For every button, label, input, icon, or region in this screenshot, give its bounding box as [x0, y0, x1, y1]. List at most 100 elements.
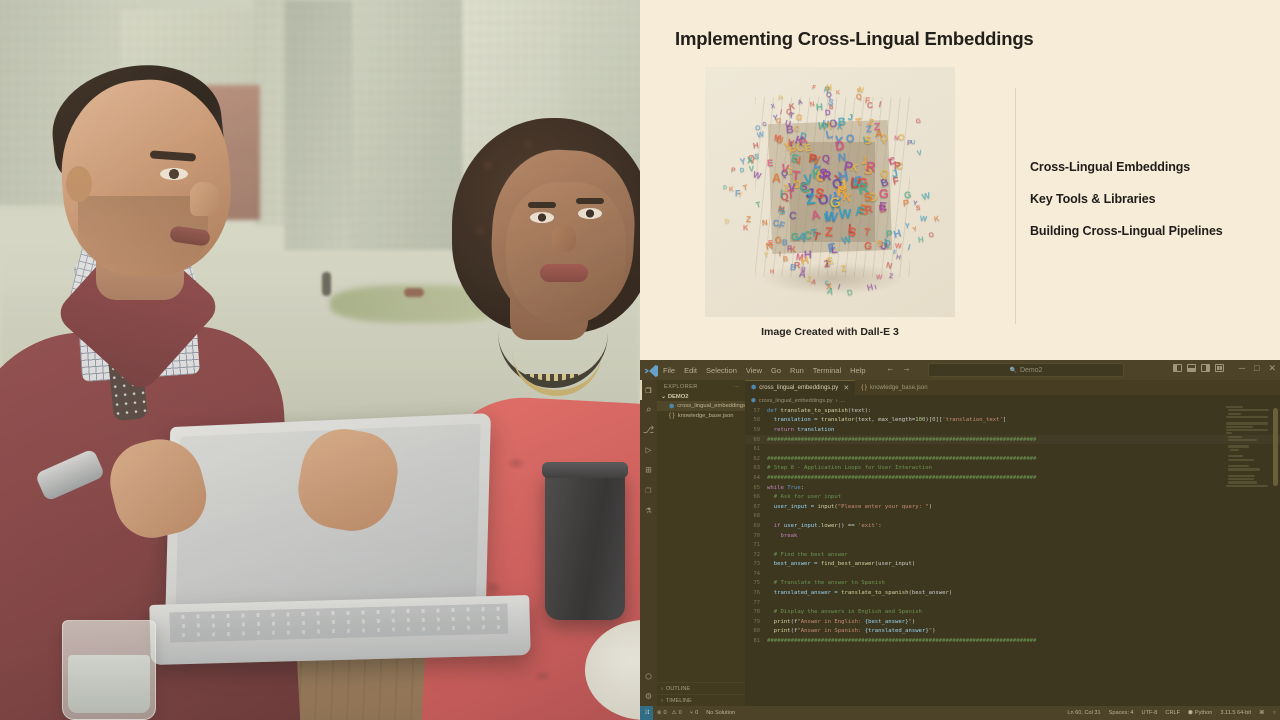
code-line[interactable]: 74 — [745, 569, 1280, 579]
remote-explorer-icon[interactable]: ❐ — [640, 480, 657, 500]
code-line[interactable]: 77 — [745, 598, 1280, 608]
ports-indicator[interactable]: ⑂ 0 — [686, 710, 702, 716]
status-bar-right[interactable]: Ln 60, Col 31 Spaces: 4 UTF-8 CRLF ⬢ Pyt… — [1063, 710, 1280, 716]
code-line[interactable]: 58 translation = translator(text, max_le… — [745, 416, 1280, 426]
activity-bar[interactable]: ❐ ⌕ ⎇ ▷ ⊞ ❐ ⚗ ○ ⚙ — [640, 380, 657, 706]
toggle-primary-sidebar-icon[interactable] — [1173, 364, 1182, 372]
forward-arrow-icon[interactable]: → — [904, 365, 909, 375]
customize-layout-icon[interactable] — [1215, 364, 1224, 372]
menu-run[interactable]: Run — [790, 366, 804, 375]
remote-host-indicator[interactable]: ⤨ — [640, 706, 653, 720]
code-line[interactable]: 66 # Ask for user input — [745, 492, 1280, 502]
explorer-more-icon[interactable]: ··· — [733, 384, 740, 390]
search-icon[interactable]: ⌕ — [640, 400, 657, 420]
eol-sequence[interactable]: CRLF — [1161, 710, 1184, 716]
menu-file[interactable]: File — [663, 366, 675, 375]
line-number: 58 — [753, 417, 761, 424]
breadcrumb[interactable]: ⬢ cross_lingual_embeddings.py › ... — [745, 395, 1280, 406]
toggle-panel-icon[interactable] — [1187, 364, 1196, 372]
code-line[interactable]: 59 return translation — [745, 425, 1280, 435]
code-line[interactable]: 78 # Display the answers in English and … — [745, 607, 1280, 617]
code-line[interactable]: 75 # Translate the answer to Spanish — [745, 579, 1280, 589]
code-line[interactable]: 70 break — [745, 531, 1280, 541]
activity-bar-bottom[interactable]: ○ ⚙ — [640, 666, 657, 706]
code-line[interactable]: 73 best_answer = find_best_answer(user_i… — [745, 560, 1280, 570]
breadcrumb-tail[interactable]: ... — [840, 398, 845, 404]
explorer-sections[interactable]: › OUTLINE › TIMELINE — [657, 682, 745, 706]
run-debug-icon[interactable]: ▷ — [640, 440, 657, 460]
menu-selection[interactable]: Selection — [706, 366, 737, 375]
code-line[interactable]: 68 — [745, 512, 1280, 522]
code-line[interactable]: 72 # Find the best answer — [745, 550, 1280, 560]
layout-controls[interactable] — [1173, 364, 1224, 372]
command-search-input[interactable]: 🔍 Demo2 — [928, 363, 1124, 377]
vscode-logo-icon — [643, 363, 659, 377]
code-line[interactable]: 76 translated_answer = translate_to_span… — [745, 588, 1280, 598]
minimize-button[interactable]: ─ — [1239, 363, 1245, 374]
status-bar[interactable]: ⤨ ⊗ 0 ⚠ 0 ⑂ 0 No Solution Ln 60, Col 31 … — [640, 706, 1280, 720]
accounts-icon[interactable]: ○ — [640, 666, 657, 686]
explorer-icon[interactable]: ❐ — [640, 380, 657, 400]
code-line[interactable]: 69 if user_input.lower() == 'exit': — [745, 521, 1280, 531]
maximize-button[interactable]: □ — [1254, 363, 1259, 374]
breadcrumb-separator: › — [835, 397, 838, 404]
code-line[interactable]: 67 user_input = input("Please enter your… — [745, 502, 1280, 512]
chevron-down-icon[interactable]: ⌄ — [661, 394, 666, 400]
explorer-file-json[interactable]: { } knowledge_base.json — [657, 411, 745, 420]
code-line[interactable]: 65 while True: — [745, 483, 1280, 493]
timeline-section[interactable]: › TIMELINE — [657, 694, 745, 706]
problems-indicator[interactable]: ⊗ 0 ⚠ 0 — [653, 710, 686, 716]
close-button[interactable]: ✕ — [1268, 363, 1276, 374]
back-arrow-icon[interactable]: ← — [888, 365, 893, 375]
editor-scrollbar[interactable] — [1273, 408, 1278, 486]
python-interpreter[interactable]: 3.11.5 64-bit — [1216, 710, 1255, 716]
menu-help[interactable]: Help — [850, 366, 865, 375]
cursor-position[interactable]: Ln 60, Col 31 — [1063, 710, 1104, 716]
source-control-icon[interactable]: ⎇ — [640, 420, 657, 440]
explorer-file-python[interactable]: ⬢ cross_lingual_embeddings.py — [657, 401, 754, 411]
code-token: : — [800, 484, 805, 491]
window-controls[interactable]: ─ □ ✕ — [1239, 363, 1276, 374]
notifications[interactable]: ○ — [1269, 710, 1280, 716]
code-line[interactable]: 80 print(f"Answer in Spanish: {translate… — [745, 627, 1280, 637]
encoding[interactable]: UTF-8 — [1138, 710, 1162, 716]
menu-edit[interactable]: Edit — [684, 366, 697, 375]
explorer-folder-row[interactable]: ⌄ DEMO2 — [657, 393, 745, 401]
menu-go[interactable]: Go — [771, 366, 781, 375]
language-mode[interactable]: ⬢ Python — [1184, 710, 1216, 716]
code-line[interactable]: 61 — [745, 444, 1280, 454]
indentation[interactable]: Spaces: 4 — [1105, 710, 1138, 716]
code-token: user_input = — [773, 503, 818, 510]
testing-icon[interactable]: ⚗ — [640, 500, 657, 520]
editor-tab-bar[interactable]: ⬢ cross_lingual_embeddings.py ✕ { } know… — [745, 380, 1280, 395]
menu-terminal[interactable]: Terminal — [813, 366, 841, 375]
floating-letter: K — [728, 186, 734, 194]
code-line[interactable]: 64 ######################################… — [745, 473, 1280, 483]
code-line[interactable]: 71 — [745, 540, 1280, 550]
tab-knowledge-base-json[interactable]: { } knowledge_base.json — [855, 380, 933, 395]
explorer-sidebar[interactable]: EXPLORER ··· ⌄ DEMO2 ⬢ cross_lingual_emb… — [657, 380, 754, 706]
code-line[interactable]: 60 ######################################… — [745, 435, 1280, 445]
close-icon[interactable]: ✕ — [843, 384, 849, 392]
menu-view[interactable]: View — [746, 366, 762, 375]
code-line[interactable]: 62 ######################################… — [745, 454, 1280, 464]
code-editor[interactable]: 57 def translate_to_spanish(text): 58 tran… — [745, 406, 1280, 706]
tab-cross-lingual-embeddings-py[interactable]: ⬢ cross_lingual_embeddings.py ✕ — [745, 380, 856, 395]
presenter-video[interactable] — [0, 0, 640, 720]
outline-section[interactable]: › OUTLINE — [657, 682, 745, 694]
vscode-menubar[interactable]: File Edit Selection View Go Run Terminal… — [663, 366, 866, 375]
floating-letter: K — [933, 213, 941, 224]
code-line[interactable]: 63 # Step 8 - Application Loops for User … — [745, 464, 1280, 474]
extensions-icon[interactable]: ⊞ — [640, 460, 657, 480]
settings-icon[interactable]: ⚙ — [640, 686, 657, 706]
minimap-line — [1228, 468, 1261, 471]
code-line[interactable]: 79 print(f"Answer in English: {best_answ… — [745, 617, 1280, 627]
breadcrumb-file[interactable]: cross_lingual_embeddings.py — [759, 398, 833, 404]
editor-minimap[interactable] — [1224, 406, 1269, 706]
code-line[interactable]: 81 ######################################… — [745, 636, 1280, 646]
code-line[interactable]: 57 def translate_to_spanish(text): — [745, 406, 1280, 416]
woman-eyebrow — [576, 198, 604, 204]
toggle-secondary-sidebar-icon[interactable] — [1201, 364, 1210, 372]
bell-indicator[interactable]: ⌘ — [1255, 710, 1269, 716]
solution-indicator[interactable]: No Solution — [702, 710, 739, 716]
